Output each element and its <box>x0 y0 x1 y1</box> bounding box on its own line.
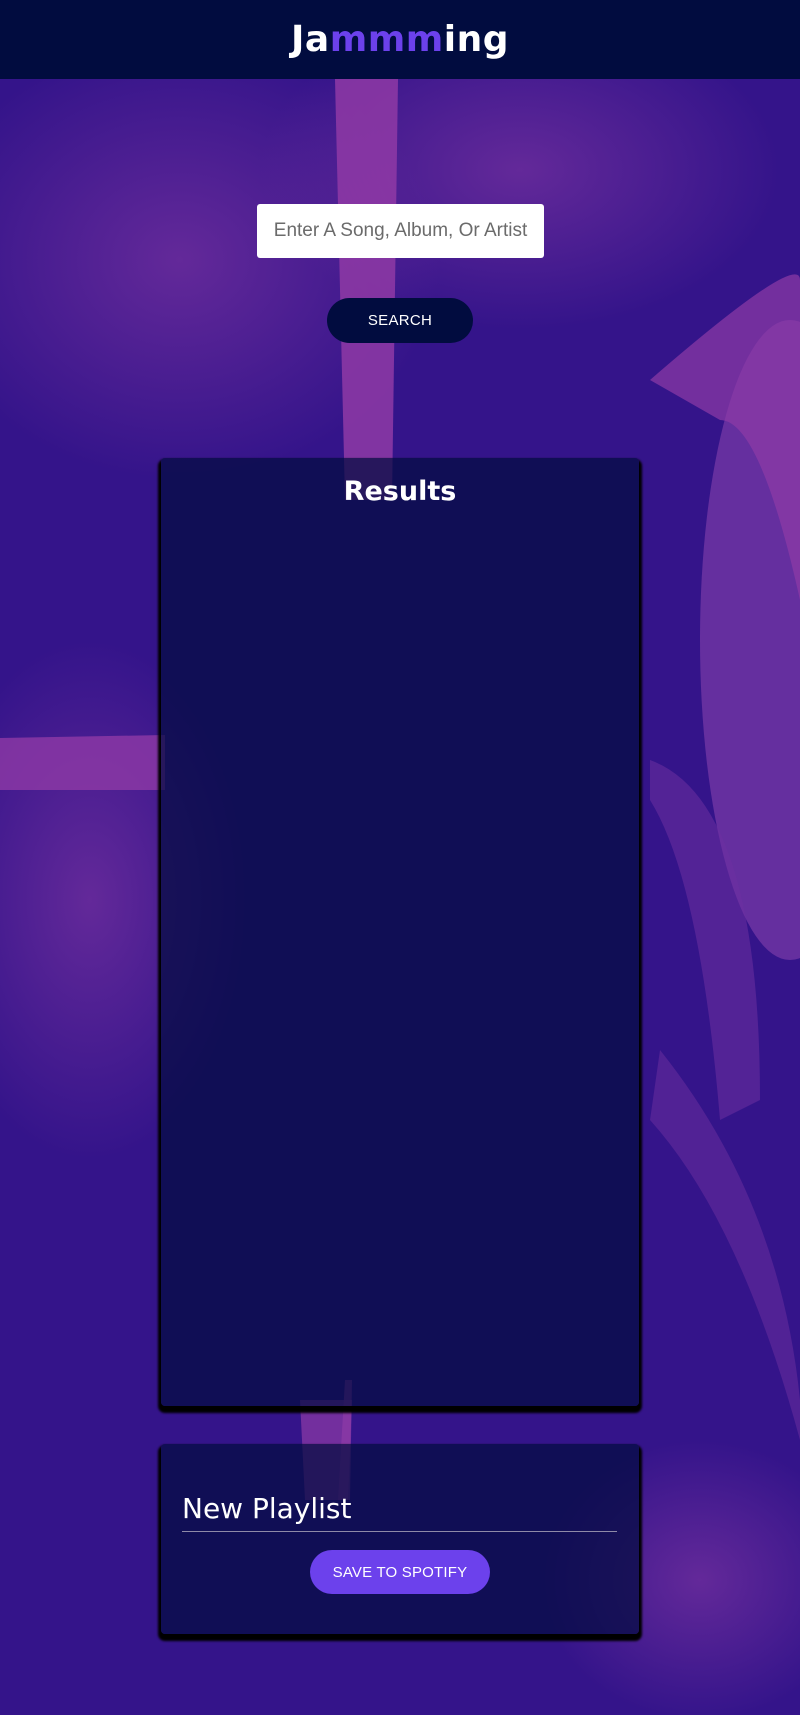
results-panel: Results <box>161 458 639 1406</box>
save-to-spotify-button[interactable]: SAVE TO SPOTIFY <box>310 1550 490 1594</box>
logo-suffix: ing <box>443 19 509 60</box>
logo-highlight: mmm <box>329 19 444 60</box>
header-bar: Jammming <box>0 0 800 79</box>
playlist-panel: SAVE TO SPOTIFY <box>161 1444 639 1634</box>
logo-prefix: Ja <box>291 19 330 60</box>
app-logo: Jammming <box>291 19 509 60</box>
search-button[interactable]: SEARCH <box>327 298 473 343</box>
results-title: Results <box>343 476 457 507</box>
search-input[interactable] <box>257 204 544 258</box>
playlist-name-input[interactable] <box>182 1486 617 1532</box>
